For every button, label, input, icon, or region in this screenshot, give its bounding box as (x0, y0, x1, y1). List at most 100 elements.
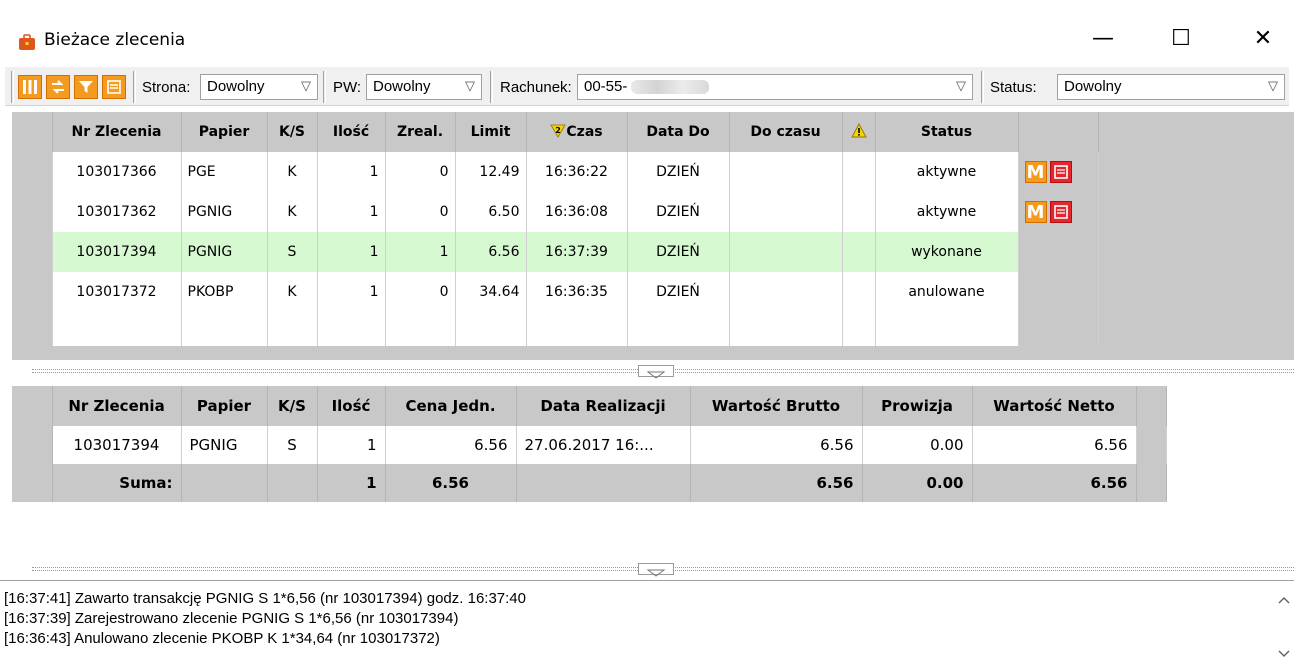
basket-icon (1053, 165, 1068, 179)
splitter-collapse-button[interactable] (638, 365, 674, 379)
toolbar-grip[interactable] (981, 71, 984, 103)
swap-button[interactable] (46, 75, 70, 99)
sort-badge-icon: 2 (550, 124, 567, 138)
col-wartosc-brutto[interactable]: Wartość Brutto (690, 386, 863, 426)
rachunek-value: 00-55- (584, 78, 628, 95)
rachunek-label: Rachunek: (500, 79, 572, 96)
cell-ks: K (267, 272, 318, 312)
cell-limit: 34.64 (455, 272, 527, 312)
basket-icon (107, 80, 121, 94)
scroll-up-icon[interactable] (1274, 591, 1294, 611)
cancel-filter-button[interactable] (102, 75, 126, 99)
toolbar-grip[interactable] (323, 71, 326, 103)
strona-select[interactable]: Dowolny ▽ (200, 74, 318, 100)
cell-actions (1018, 312, 1099, 346)
row-header[interactable] (12, 426, 53, 464)
col-ks[interactable]: K/S (267, 386, 318, 426)
swap-arrows-icon (52, 80, 64, 94)
cell-czas: 16:36:35 (526, 272, 628, 312)
cell-limit: 12.49 (455, 152, 527, 192)
col-limit[interactable]: Limit (455, 112, 527, 152)
cell-papier: PGNIG (181, 232, 268, 272)
cell-ilosc: 1 (317, 192, 386, 232)
cell-papier: PGE (181, 152, 268, 192)
table-row[interactable]: 103017362 PGNIG K 1 0 6.50 16:36:08 DZIE… (12, 192, 1099, 232)
row-header[interactable] (12, 152, 53, 192)
cell-czas: 16:36:08 (526, 192, 628, 232)
row-header-corner (12, 112, 53, 152)
cell-data-do: DZIEŃ (627, 232, 730, 272)
cell-ks: S (267, 426, 318, 464)
sum-row: Suma: 1 6.56 6.56 0.00 6.56 (12, 464, 1167, 502)
table-row[interactable]: 103017394 PGNIG S 1 1 6.56 16:37:39 DZIE… (12, 232, 1099, 272)
strona-label: Strona: (142, 79, 191, 96)
col-nr-zlecenia[interactable]: Nr Zlecenia (52, 112, 182, 152)
splitter-collapse-button[interactable] (638, 563, 674, 577)
col-do-czasu[interactable]: Do czasu (729, 112, 843, 152)
cell-czas: 16:36:22 (526, 152, 628, 192)
pw-select[interactable]: Dowolny ▽ (366, 74, 482, 100)
table-row[interactable]: 103017372 PKOBP K 1 0 34.64 16:36:35 DZI… (12, 272, 1099, 312)
modify-order-button[interactable]: M (1024, 161, 1047, 183)
close-button[interactable]: ✕ (1240, 22, 1286, 56)
chevron-down-icon: ▽ (301, 78, 311, 93)
table-row[interactable]: 103017366 PGE K 1 0 12.49 16:36:22 DZIEŃ… (12, 152, 1099, 192)
orders-table: Nr Zlecenia Papier K/S Ilość Zreal. Limi… (12, 112, 1099, 346)
sum-label: Suma: (52, 464, 182, 502)
chevron-down-icon: ▽ (956, 78, 966, 93)
col-ilosc[interactable]: Ilość (317, 386, 386, 426)
modify-order-button[interactable]: M (1024, 201, 1047, 223)
status-select[interactable]: Dowolny ▽ (1057, 74, 1285, 100)
col-papier[interactable]: Papier (181, 386, 268, 426)
log-scrollbar[interactable] (1274, 581, 1294, 667)
columns-button[interactable] (18, 75, 42, 99)
col-status[interactable]: Status (875, 112, 1019, 152)
minimize-button[interactable]: — (1080, 22, 1126, 56)
cancel-order-button[interactable] (1049, 201, 1072, 223)
col-data-do[interactable]: Data Do (627, 112, 730, 152)
cell-empty (181, 464, 268, 502)
strona-value: Dowolny (207, 78, 265, 95)
cell-nr: 103017394 (52, 426, 182, 464)
cell-empty (842, 312, 876, 346)
sum-prowizja: 0.00 (862, 464, 973, 502)
table-row[interactable]: 103017394 PGNIG S 1 6.56 27.06.2017 16:.… (12, 426, 1167, 464)
row-header[interactable] (12, 272, 53, 312)
columns-icon (23, 80, 37, 94)
row-header[interactable] (12, 232, 53, 272)
toolbar-grip[interactable] (490, 71, 493, 103)
status-label: Status: (990, 79, 1037, 96)
cell-empty (267, 464, 318, 502)
col-cena-jedn[interactable]: Cena Jedn. (385, 386, 517, 426)
filter-button[interactable] (74, 75, 98, 99)
toolbar-grip[interactable] (11, 71, 14, 103)
cell-empty (516, 464, 691, 502)
cell-ilosc: 1 (317, 152, 386, 192)
cell-ilosc: 1 (317, 232, 386, 272)
event-log[interactable]: [16:37:41] Zawarto transakcję PGNIG S 1*… (0, 580, 1294, 666)
col-nr-zlecenia[interactable]: Nr Zlecenia (52, 386, 182, 426)
status-value: Dowolny (1064, 78, 1122, 95)
col-filler (1136, 386, 1167, 426)
col-ilosc[interactable]: Ilość (317, 112, 386, 152)
col-ks[interactable]: K/S (267, 112, 318, 152)
cell-filler (1136, 426, 1167, 464)
col-data-realizacji[interactable]: Data Realizacji (516, 386, 691, 426)
cell-prowizja: 0.00 (862, 426, 973, 464)
cell-empty (729, 312, 843, 346)
col-prowizja[interactable]: Prowizja (862, 386, 973, 426)
col-czas[interactable]: 2 Czas (526, 112, 628, 152)
col-zreal[interactable]: Zreal. (385, 112, 456, 152)
row-header[interactable] (12, 192, 53, 232)
scroll-down-icon[interactable] (1274, 643, 1294, 663)
col-wartosc-netto[interactable]: Wartość Netto (972, 386, 1137, 426)
col-warning[interactable] (842, 112, 876, 152)
maximize-button[interactable]: ☐ (1158, 22, 1204, 56)
cell-nr: 103017372 (52, 272, 182, 312)
chevron-down-icon: ▽ (465, 78, 475, 93)
col-papier[interactable]: Papier (181, 112, 268, 152)
rachunek-select[interactable]: 00-55- ▽ (577, 74, 973, 100)
cancel-order-button[interactable] (1049, 161, 1072, 183)
toolbar-grip[interactable] (133, 71, 136, 103)
cell-papier: PKOBP (181, 272, 268, 312)
